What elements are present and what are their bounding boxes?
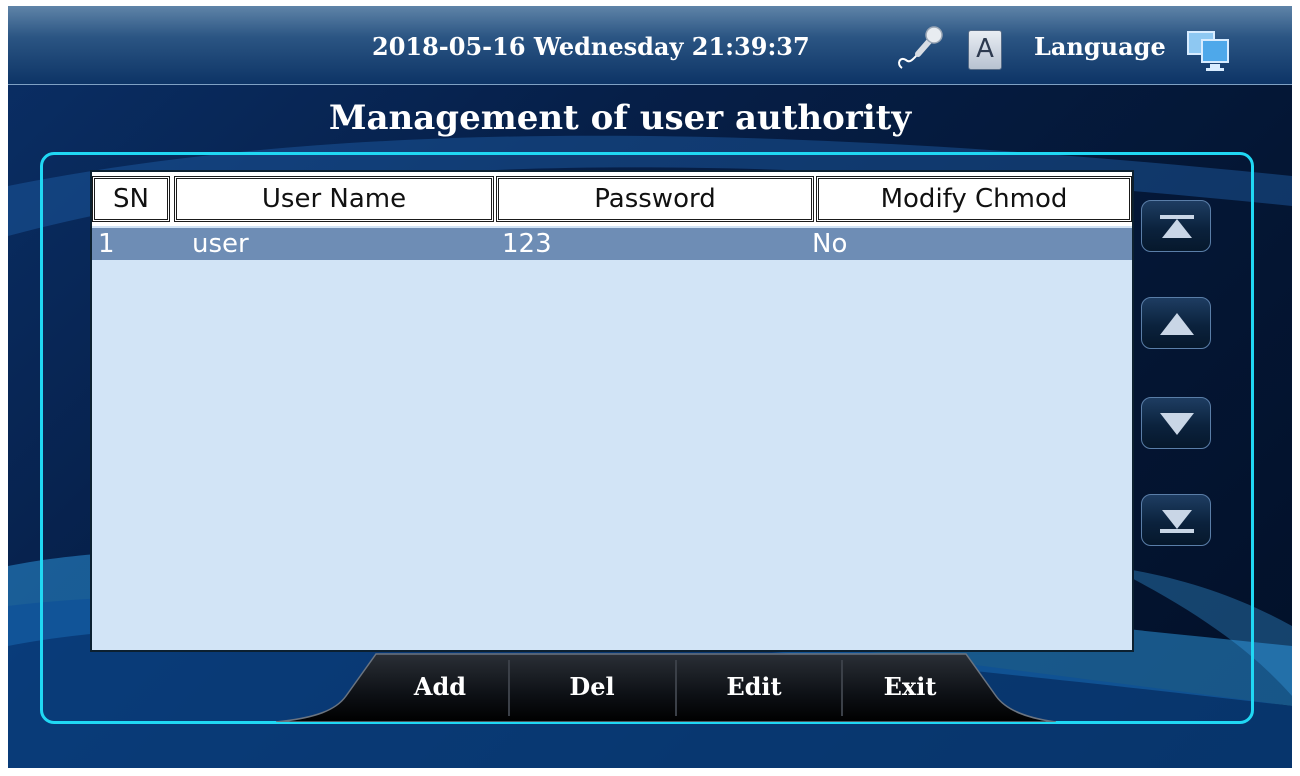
scroll-bottom-button[interactable]	[1141, 494, 1211, 546]
table-row[interactable]: 1 user 123 No	[92, 228, 1132, 260]
datetime-display: 2018-05-16 Wednesday 21:39:37	[372, 32, 810, 61]
edit-button[interactable]: Edit	[694, 672, 814, 701]
scroll-down-icon	[1160, 413, 1194, 435]
scroll-top-icon	[1160, 215, 1194, 238]
scroll-top-button[interactable]	[1141, 200, 1211, 252]
column-header-sn[interactable]: SN	[92, 176, 170, 222]
scroll-bottom-icon	[1160, 510, 1194, 533]
cell-sn: 1	[98, 229, 115, 259]
add-button[interactable]: Add	[380, 672, 500, 701]
language-button-label[interactable]: Language	[1034, 32, 1166, 61]
action-bar: Add Del Edit Exit	[276, 650, 1056, 722]
exit-button[interactable]: Exit	[850, 672, 970, 701]
hmi-screen: 2018-05-16 Wednesday 21:39:37 A Language…	[8, 6, 1292, 768]
column-header-modify-chmod[interactable]: Modify Chmod	[816, 176, 1132, 222]
scroll-down-button[interactable]	[1141, 397, 1211, 449]
font-icon[interactable]: A	[968, 30, 1002, 70]
column-header-user-name[interactable]: User Name	[174, 176, 494, 222]
microphone-icon[interactable]	[894, 24, 946, 74]
status-bar: 2018-05-16 Wednesday 21:39:37 A Language	[8, 6, 1292, 85]
user-table: SN User Name Password Modify Chmod 1 use…	[90, 170, 1134, 652]
cell-password: 123	[502, 229, 552, 259]
column-header-password[interactable]: Password	[496, 176, 814, 222]
scroll-up-button[interactable]	[1141, 297, 1211, 349]
scroll-up-icon	[1160, 313, 1194, 335]
table-header: SN User Name Password Modify Chmod	[92, 172, 1132, 226]
cell-modify-chmod: No	[812, 229, 848, 259]
computer-icon[interactable]	[1184, 26, 1232, 72]
page-title: Management of user authority	[328, 98, 912, 138]
cell-user-name: user	[192, 229, 249, 259]
delete-button[interactable]: Del	[532, 672, 652, 701]
